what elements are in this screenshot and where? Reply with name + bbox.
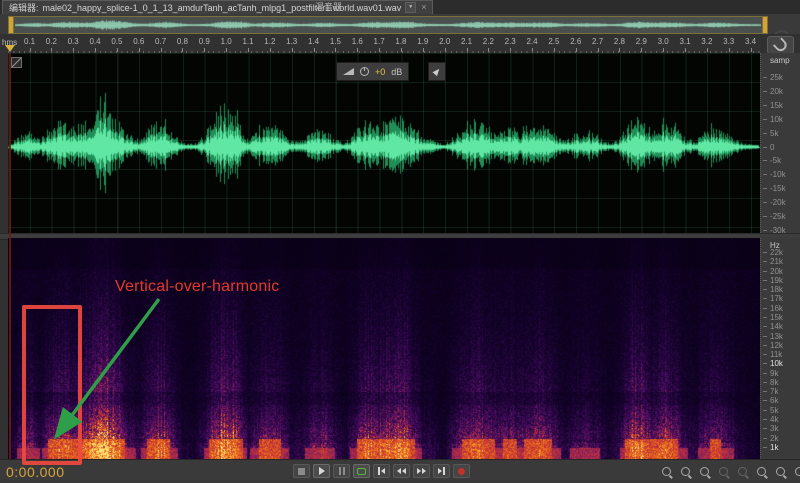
- skip-to-end-button[interactable]: [433, 464, 450, 478]
- zoom-in-time-button[interactable]: [659, 465, 673, 478]
- rewind-button[interactable]: [393, 464, 410, 478]
- zoom-out-amplitude-button[interactable]: [735, 465, 749, 478]
- zoom-navigator: [0, 14, 800, 34]
- hud-pin-button[interactable]: [428, 62, 446, 81]
- scale-tick-label: 21k: [770, 258, 783, 266]
- cursor-arrow-icon: [432, 67, 441, 76]
- scale-tick-label: 22k: [770, 249, 783, 257]
- hud-gain-unit: dB: [391, 67, 402, 77]
- scale-tick-label: 1k: [770, 444, 778, 452]
- audio-editor-window: 编辑器:male02_happy_splice-1_0_1_13_amdurTa…: [0, 0, 800, 483]
- magnifier-icon: [795, 467, 800, 476]
- magnifier-icon: [757, 467, 766, 476]
- scale-tick-label: 3k: [770, 425, 778, 433]
- scale-tick-label: 25k: [770, 74, 783, 82]
- scale-tick-label: -5k: [770, 157, 781, 165]
- volume-hud[interactable]: +0 dB: [336, 62, 409, 81]
- navigator-range[interactable]: [8, 16, 768, 34]
- zoom-controls: [659, 465, 800, 478]
- scale-tick-label: 2k: [770, 435, 778, 443]
- skip-to-start-button[interactable]: [373, 464, 390, 478]
- fade-ramp-icon: [343, 68, 354, 75]
- annotation-highlight-box: [22, 305, 82, 465]
- magnifier-icon: [719, 467, 728, 476]
- scale-tick-label: 15k: [770, 102, 783, 110]
- editor-tab-prefix: 编辑器:: [9, 1, 39, 14]
- navigator-right-handle[interactable]: [762, 17, 768, 33]
- time-display: 0:00.000: [6, 464, 65, 480]
- status-bar: 0:00.000: [0, 459, 800, 483]
- magnifier-icon: [738, 467, 747, 476]
- time-ruler[interactable]: hms 0.10.20.30.40.50.60.70.80.91.01.11.2…: [0, 34, 800, 54]
- tab-editor[interactable]: 编辑器:male02_happy_splice-1_0_1_13_amdurTa…: [2, 0, 433, 14]
- record-button[interactable]: [453, 464, 470, 478]
- transport-controls: [293, 464, 470, 478]
- magnet-icon: [772, 37, 788, 53]
- scale-tick-label: 13k: [770, 333, 783, 341]
- scale-tick-label: 7k: [770, 388, 778, 396]
- scale-tick-label: -10k: [770, 171, 786, 179]
- playhead-marker[interactable]: [5, 45, 15, 52]
- stop-button[interactable]: [293, 464, 310, 478]
- marquee-tool-icon: [11, 57, 22, 68]
- scale-tick-label: 0: [770, 144, 774, 152]
- scale-tick-label: 17k: [770, 295, 783, 303]
- spectrogram-panel[interactable]: [8, 238, 760, 459]
- fast-forward-button[interactable]: [413, 464, 430, 478]
- frequency-scale[interactable]: Hz 22k21k20k19k18k17k16k15k14k13k12k11k1…: [760, 238, 800, 459]
- close-icon[interactable]: ×: [421, 3, 426, 12]
- spectrogram-display[interactable]: [8, 238, 760, 459]
- scale-tick-label: 9k: [770, 370, 778, 378]
- scale-tick-label: -20k: [770, 199, 786, 207]
- hud-gain-value: +0: [375, 67, 385, 77]
- scale-tick-label: 12k: [770, 342, 783, 350]
- scale-tick-label: 5k: [770, 130, 778, 138]
- amplitude-unit-label: samp: [770, 56, 790, 65]
- zoom-full-button[interactable]: [792, 465, 800, 478]
- scale-tick-label: 11k: [770, 351, 782, 359]
- play-button[interactable]: [313, 464, 330, 478]
- left-gutter: [0, 53, 8, 459]
- amplitude-scale[interactable]: samp 25k20k15k10k5k0-5k-10k-15k-20k-25k-…: [760, 53, 800, 233]
- zoom-in-amplitude-button[interactable]: [716, 465, 730, 478]
- scale-tick-label: -25k: [770, 213, 786, 221]
- scale-tick-label: 14k: [770, 323, 783, 331]
- scale-tick-label: 5k: [770, 407, 778, 415]
- scale-tick-label: 15k: [770, 314, 783, 322]
- scale-tick-label: 6k: [770, 397, 778, 405]
- scale-tick-label: 10k: [770, 360, 783, 368]
- scale-tick-label: 4k: [770, 416, 778, 424]
- mixer-tab-label: 混音器: [315, 0, 342, 13]
- loop-button[interactable]: [353, 464, 370, 478]
- navigator-left-handle[interactable]: [8, 17, 14, 33]
- playhead-line[interactable]: [9, 53, 11, 459]
- ruler-tick-label: 3.4: [738, 37, 764, 46]
- chevron-down-icon[interactable]: ▼: [405, 2, 416, 13]
- zoom-out-time-button[interactable]: [678, 465, 692, 478]
- scale-tick-label: 20k: [770, 268, 783, 276]
- volume-knob-icon[interactable]: [360, 67, 369, 76]
- magnifier-icon: [662, 467, 671, 476]
- annotation-label: Vertical-over-harmonic: [115, 278, 279, 296]
- snap-button[interactable]: [767, 36, 794, 54]
- zoom-to-selection-button[interactable]: [697, 465, 711, 478]
- scale-tick-label: 16k: [770, 305, 783, 313]
- tab-mixer[interactable]: 混音器: [309, 0, 348, 13]
- scale-tick-label: -15k: [770, 185, 786, 193]
- magnifier-icon: [700, 467, 709, 476]
- zoom-out-point-button[interactable]: [773, 465, 787, 478]
- scale-tick-label: 19k: [770, 277, 783, 285]
- zoom-in-point-button[interactable]: [754, 465, 768, 478]
- magnifier-icon: [681, 467, 690, 476]
- scale-tick-label: 18k: [770, 286, 783, 294]
- pause-button[interactable]: [333, 464, 350, 478]
- scale-tick-label: 8k: [770, 379, 778, 387]
- tab-bar: 编辑器:male02_happy_splice-1_0_1_13_amdurTa…: [0, 0, 800, 15]
- overview-waveform: [15, 18, 761, 32]
- scale-tick-label: 20k: [770, 88, 783, 96]
- scale-tick-label: 10k: [770, 116, 783, 124]
- magnifier-icon: [776, 467, 785, 476]
